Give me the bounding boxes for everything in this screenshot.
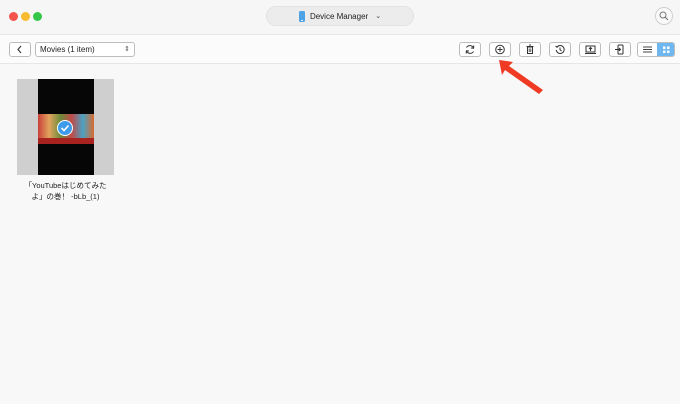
- search-icon: [659, 11, 669, 21]
- export-button[interactable]: [579, 42, 601, 57]
- category-select[interactable]: Movies (1 item) ⇕: [35, 42, 135, 57]
- movie-caption-line2: よ」の巻！ -bLb_(1): [31, 192, 100, 201]
- movie-caption: 「YouTubeはじめてみた よ」の巻！ -bLb_(1): [17, 180, 114, 202]
- chevron-down-icon: ⌄: [375, 13, 382, 20]
- chevron-left-icon: [17, 45, 22, 54]
- refresh-button[interactable]: [459, 42, 481, 57]
- toolbar: Movies (1 item) ⇕: [0, 34, 680, 64]
- movie-item[interactable]: 「YouTubeはじめてみた よ」の巻！ -bLb_(1): [17, 79, 114, 202]
- export-icon: [584, 45, 596, 54]
- movie-caption-line1: 「YouTubeはじめてみた: [24, 181, 107, 190]
- refresh-icon: [465, 45, 475, 54]
- minimize-window-button[interactable]: [21, 12, 30, 21]
- add-icon: [495, 44, 505, 55]
- list-view-icon: [643, 46, 652, 53]
- delete-button[interactable]: [519, 42, 541, 57]
- view-mode-toggle: [637, 42, 675, 57]
- zoom-window-button[interactable]: [33, 12, 42, 21]
- device-selector[interactable]: Device Manager ⌄: [266, 6, 414, 26]
- restore-button[interactable]: [549, 42, 571, 57]
- pointer-arrow-annotation: [499, 60, 543, 94]
- search-button[interactable]: [655, 7, 673, 25]
- restore-icon: [555, 44, 565, 54]
- list-view-button[interactable]: [638, 43, 657, 56]
- phone-icon: [298, 10, 305, 22]
- updown-chevron-icon: ⇕: [124, 46, 130, 53]
- category-select-value: Movies (1 item): [40, 45, 95, 54]
- send-to-device-button[interactable]: [609, 42, 631, 57]
- grid-view-button[interactable]: [657, 43, 674, 56]
- selected-check-icon: [57, 120, 73, 136]
- video-still-banner: [38, 138, 94, 144]
- to-device-icon: [615, 44, 624, 55]
- close-window-button[interactable]: [9, 12, 18, 21]
- video-frame: [38, 79, 94, 175]
- back-button[interactable]: [9, 42, 31, 57]
- movie-thumbnail: [17, 79, 114, 175]
- add-button[interactable]: [489, 42, 511, 57]
- trash-icon: [526, 44, 534, 54]
- grid-view-icon: [663, 46, 670, 53]
- title-bar: Device Manager ⌄: [0, 0, 680, 34]
- window-title: Device Manager: [309, 11, 369, 21]
